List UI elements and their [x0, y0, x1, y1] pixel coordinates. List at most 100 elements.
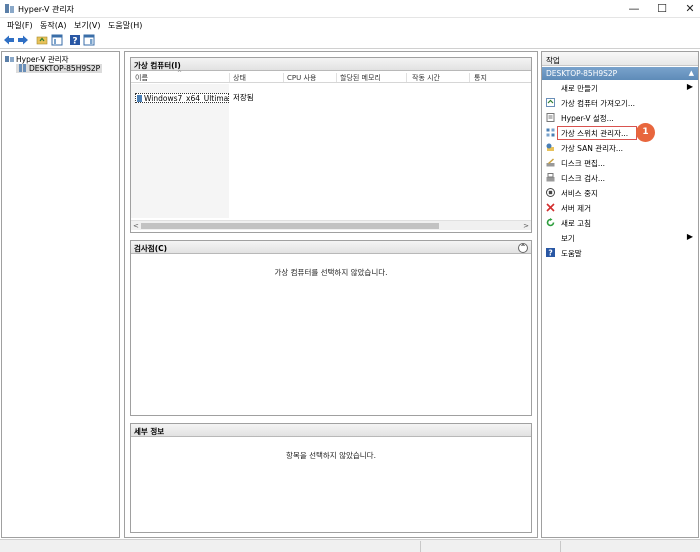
settings-page-icon — [546, 113, 555, 122]
action-help[interactable]: ? 도움말 — [542, 246, 698, 260]
vm-icon — [137, 95, 142, 102]
action-new[interactable]: 새로 만들기 ▶ — [542, 81, 698, 95]
status-bar — [0, 539, 700, 552]
action-hyperv-settings[interactable]: Hyper-V 설정... — [542, 111, 698, 125]
up-folder-icon[interactable] — [36, 34, 48, 46]
svg-text:?: ? — [72, 37, 77, 47]
checkpoints-panel: 검사점(C) ^ 가상 컴퓨터를 선택하지 않았습니다. — [130, 240, 532, 416]
virtual-machines-panel: 가상 컴퓨터(I) ^ 이름 상태 CPU 사용 할당된 메모리 작동 시간 통… — [130, 57, 532, 233]
scroll-right-icon[interactable]: > — [523, 222, 529, 230]
hyper-v-manager-icon — [5, 56, 14, 62]
action-label: 서비스 중지 — [561, 189, 598, 198]
tree-item-server[interactable]: DESKTOP-85H9S2P — [16, 64, 103, 73]
action-pane-icon[interactable] — [83, 34, 95, 46]
vm-name-text: Windows7_x64_Ultimate — [144, 94, 229, 103]
action-remove-server[interactable]: 서버 제거 — [542, 201, 698, 215]
action-label: 디스크 검사... — [561, 174, 606, 183]
console-tree-icon[interactable] — [51, 34, 63, 46]
column-state[interactable]: 상태 — [233, 73, 246, 83]
action-virtual-switch-manager[interactable]: 가상 스위치 관리자... 1 — [542, 123, 698, 142]
help-icon[interactable]: ? — [69, 34, 81, 46]
action-virtual-san-manager[interactable]: 가상 SAN 관리자... — [542, 141, 698, 155]
title-bar: Hyper-V 관리자 — ☐ ✕ — [0, 0, 700, 18]
minimize-button[interactable]: — — [620, 0, 648, 18]
remove-x-icon — [546, 203, 555, 212]
import-icon — [546, 98, 555, 107]
network-switch-icon — [546, 128, 555, 137]
actions-pane: 작업 DESKTOP-85H9S2P ▲ 새로 만들기 ▶ 가상 컴퓨터 가져오… — [541, 51, 699, 538]
collapse-chevron-icon[interactable]: ^ — [518, 243, 528, 253]
back-arrow-icon[interactable] — [3, 34, 15, 46]
vm-grid-header: ^ 이름 상태 CPU 사용 할당된 메모리 작동 시간 통지 — [131, 70, 531, 83]
action-import-vm[interactable]: 가상 컴퓨터 가져오기... — [542, 96, 698, 110]
menu-bar: 파일(F) 동작(A) 보기(V) 도움말(H) — [0, 18, 700, 32]
action-label: 서버 제거 — [561, 204, 591, 213]
checkpoint-panel-title: 검사점(C) — [134, 244, 168, 253]
column-memory[interactable]: 할당된 메모리 — [340, 73, 381, 83]
details-panel: 세부 정보 항목을 선택하지 않았습니다. — [130, 423, 532, 533]
action-label: 가상 스위치 관리자... — [561, 129, 629, 138]
action-label: 새로 만들기 — [561, 84, 598, 93]
action-label: Hyper-V 설정... — [561, 114, 614, 123]
menu-file[interactable]: 파일(F) — [7, 20, 33, 31]
column-notes[interactable]: 통지 — [474, 73, 487, 83]
sort-indicator-icon: ^ — [177, 70, 183, 77]
action-label: 도움말 — [561, 249, 582, 258]
column-cpu[interactable]: CPU 사용 — [287, 73, 316, 83]
toolbar: ? — [0, 32, 700, 49]
action-label: 새로 고침 — [561, 219, 591, 228]
table-row[interactable]: Windows7_x64_Ultimate 저장됨 — [131, 93, 531, 103]
vm-name-cell[interactable]: Windows7_x64_Ultimate — [135, 93, 229, 103]
action-edit-disk[interactable]: 디스크 편집... — [542, 156, 698, 170]
action-refresh[interactable]: 새로 고침 — [542, 216, 698, 230]
stop-icon — [546, 188, 555, 197]
submenu-arrow-icon: ▶ — [686, 82, 693, 91]
step-badge: 1 — [636, 123, 655, 142]
help-icon: ? — [546, 248, 555, 257]
action-label: 보기 — [561, 234, 575, 243]
maximize-button[interactable]: ☐ — [648, 0, 676, 18]
edit-disk-icon — [546, 158, 555, 167]
vm-state-cell: 저장됨 — [233, 93, 254, 102]
server-icon — [19, 64, 26, 72]
action-inspect-disk[interactable]: 디스크 검사... — [542, 171, 698, 185]
details-panel-header: 세부 정보 — [131, 424, 531, 437]
hyper-v-app-icon — [5, 4, 14, 13]
action-view[interactable]: 보기 ▶ — [542, 231, 698, 245]
horizontal-scrollbar[interactable]: < > — [131, 220, 531, 230]
details-empty-message: 항목을 선택하지 않았습니다. — [286, 451, 376, 460]
forward-arrow-icon[interactable] — [17, 34, 29, 46]
column-name[interactable]: 이름 — [135, 73, 148, 83]
svg-text:?: ? — [548, 249, 552, 258]
menu-view[interactable]: 보기(V) — [74, 20, 100, 31]
details-panel-title: 세부 정보 — [134, 427, 165, 436]
name-column-background — [131, 84, 229, 218]
collapse-up-icon[interactable]: ▲ — [689, 69, 694, 77]
window-title: Hyper-V 관리자 — [18, 5, 75, 14]
san-icon — [546, 143, 554, 151]
refresh-icon — [546, 218, 555, 227]
action-stop-service[interactable]: 서비스 중지 — [542, 186, 698, 200]
action-label: 가상 SAN 관리자... — [561, 144, 624, 153]
scroll-left-icon[interactable]: < — [133, 222, 139, 230]
checkpoint-panel-header: 검사점(C) ^ — [131, 241, 531, 254]
inspect-disk-icon — [546, 173, 555, 182]
menu-help[interactable]: 도움말(H) — [108, 20, 142, 31]
action-label: 가상 컴퓨터 가져오기... — [561, 99, 636, 108]
submenu-arrow-icon: ▶ — [686, 232, 693, 241]
actions-section-label: DESKTOP-85H9S2P — [546, 69, 618, 78]
menu-action[interactable]: 동작(A) — [40, 20, 66, 31]
actions-section-server[interactable]: DESKTOP-85H9S2P ▲ — [542, 67, 698, 80]
close-button[interactable]: ✕ — [676, 0, 700, 18]
vm-panel-title: 가상 컴퓨터(I) — [134, 61, 181, 70]
action-label: 디스크 편집... — [561, 159, 606, 168]
column-uptime[interactable]: 작동 시간 — [412, 73, 440, 83]
actions-header: 작업 — [542, 52, 698, 66]
vm-panel-header: 가상 컴퓨터(I) — [131, 58, 531, 71]
console-tree: Hyper-V 관리자 DESKTOP-85H9S2P — [1, 51, 120, 538]
scrollbar-thumb[interactable] — [141, 223, 439, 229]
center-pane: 가상 컴퓨터(I) ^ 이름 상태 CPU 사용 할당된 메모리 작동 시간 통… — [124, 51, 538, 538]
tree-server-label: DESKTOP-85H9S2P — [29, 64, 101, 73]
checkpoint-empty-message: 가상 컴퓨터를 선택하지 않았습니다. — [274, 268, 388, 277]
tree-root-label: Hyper-V 관리자 — [16, 55, 69, 64]
